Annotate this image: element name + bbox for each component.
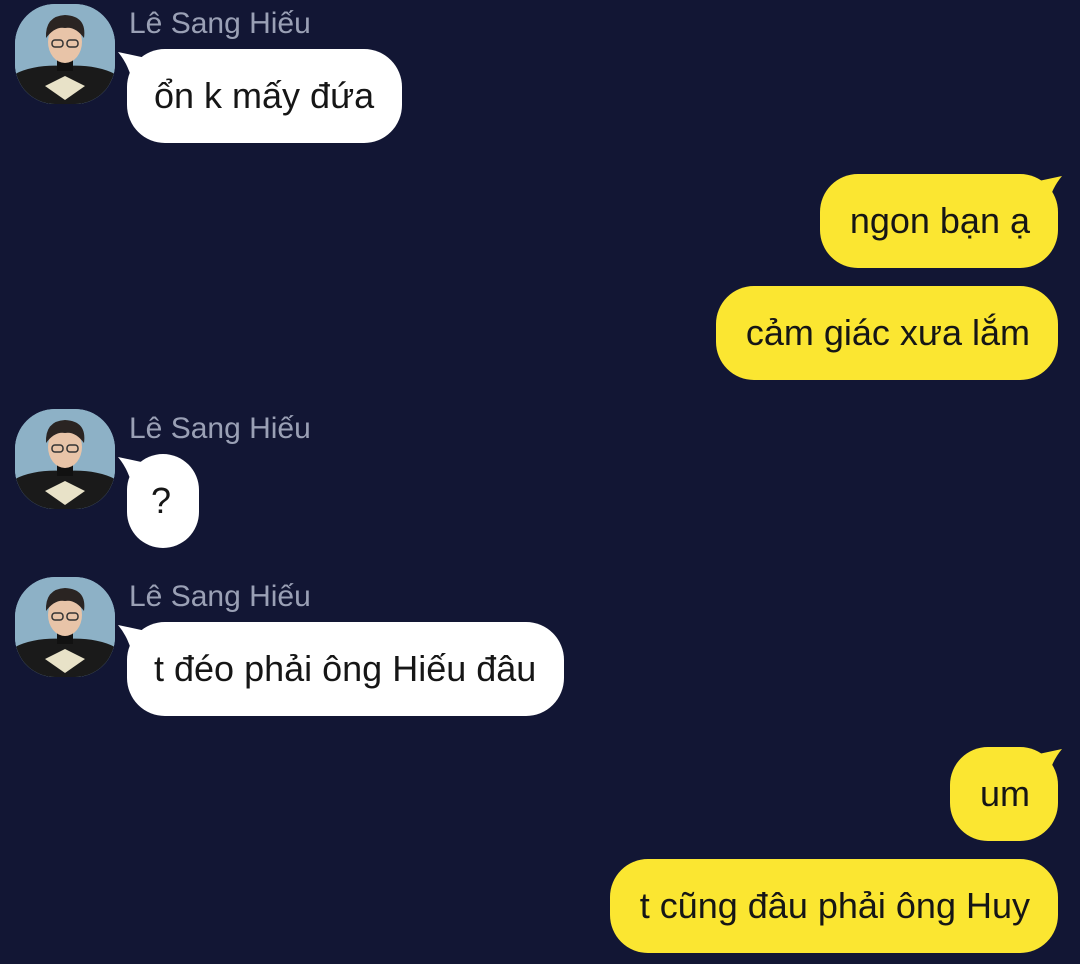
sender-name: Lê Sang Hiếu — [129, 7, 311, 40]
message-bubble-incoming[interactable]: ổn k mấy đứa — [127, 49, 403, 143]
message-text: um — [979, 773, 1030, 814]
sender-name: Lê Sang Hiếu — [129, 580, 311, 613]
message-bubble-outgoing[interactable]: t cũng đâu phải ông Huy — [609, 859, 1058, 953]
sender-name: Lê Sang Hiếu — [129, 412, 311, 445]
message-bubble-outgoing[interactable]: ngon bạn ạ — [819, 174, 1058, 268]
message-bubble-incoming[interactable]: t đéo phải ông Hiếu đâu — [127, 622, 565, 716]
user-avatar-icon — [15, 409, 115, 509]
message-text: ổn k mấy đứa — [154, 75, 375, 116]
message-text: cảm giác xưa lắm — [745, 312, 1030, 353]
user-avatar-icon — [15, 4, 115, 104]
chat-thread: Lê Sang Hiếu ổn k mấy đứa ngon bạn ạ cảm… — [0, 0, 1080, 964]
sender-avatar[interactable] — [15, 577, 115, 677]
message-bubble-outgoing[interactable]: cảm giác xưa lắm — [715, 286, 1058, 380]
message-bubble-outgoing[interactable]: um — [949, 747, 1058, 841]
message-text: t cũng đâu phải ông Huy — [639, 885, 1030, 926]
message-bubble-incoming[interactable]: ? — [127, 454, 200, 548]
sender-avatar[interactable] — [15, 409, 115, 509]
message-text: ngon bạn ạ — [849, 200, 1030, 241]
message-text: t đéo phải ông Hiếu đâu — [154, 648, 537, 689]
user-avatar-icon — [15, 577, 115, 677]
sender-avatar[interactable] — [15, 4, 115, 104]
message-text: ? — [151, 480, 172, 521]
